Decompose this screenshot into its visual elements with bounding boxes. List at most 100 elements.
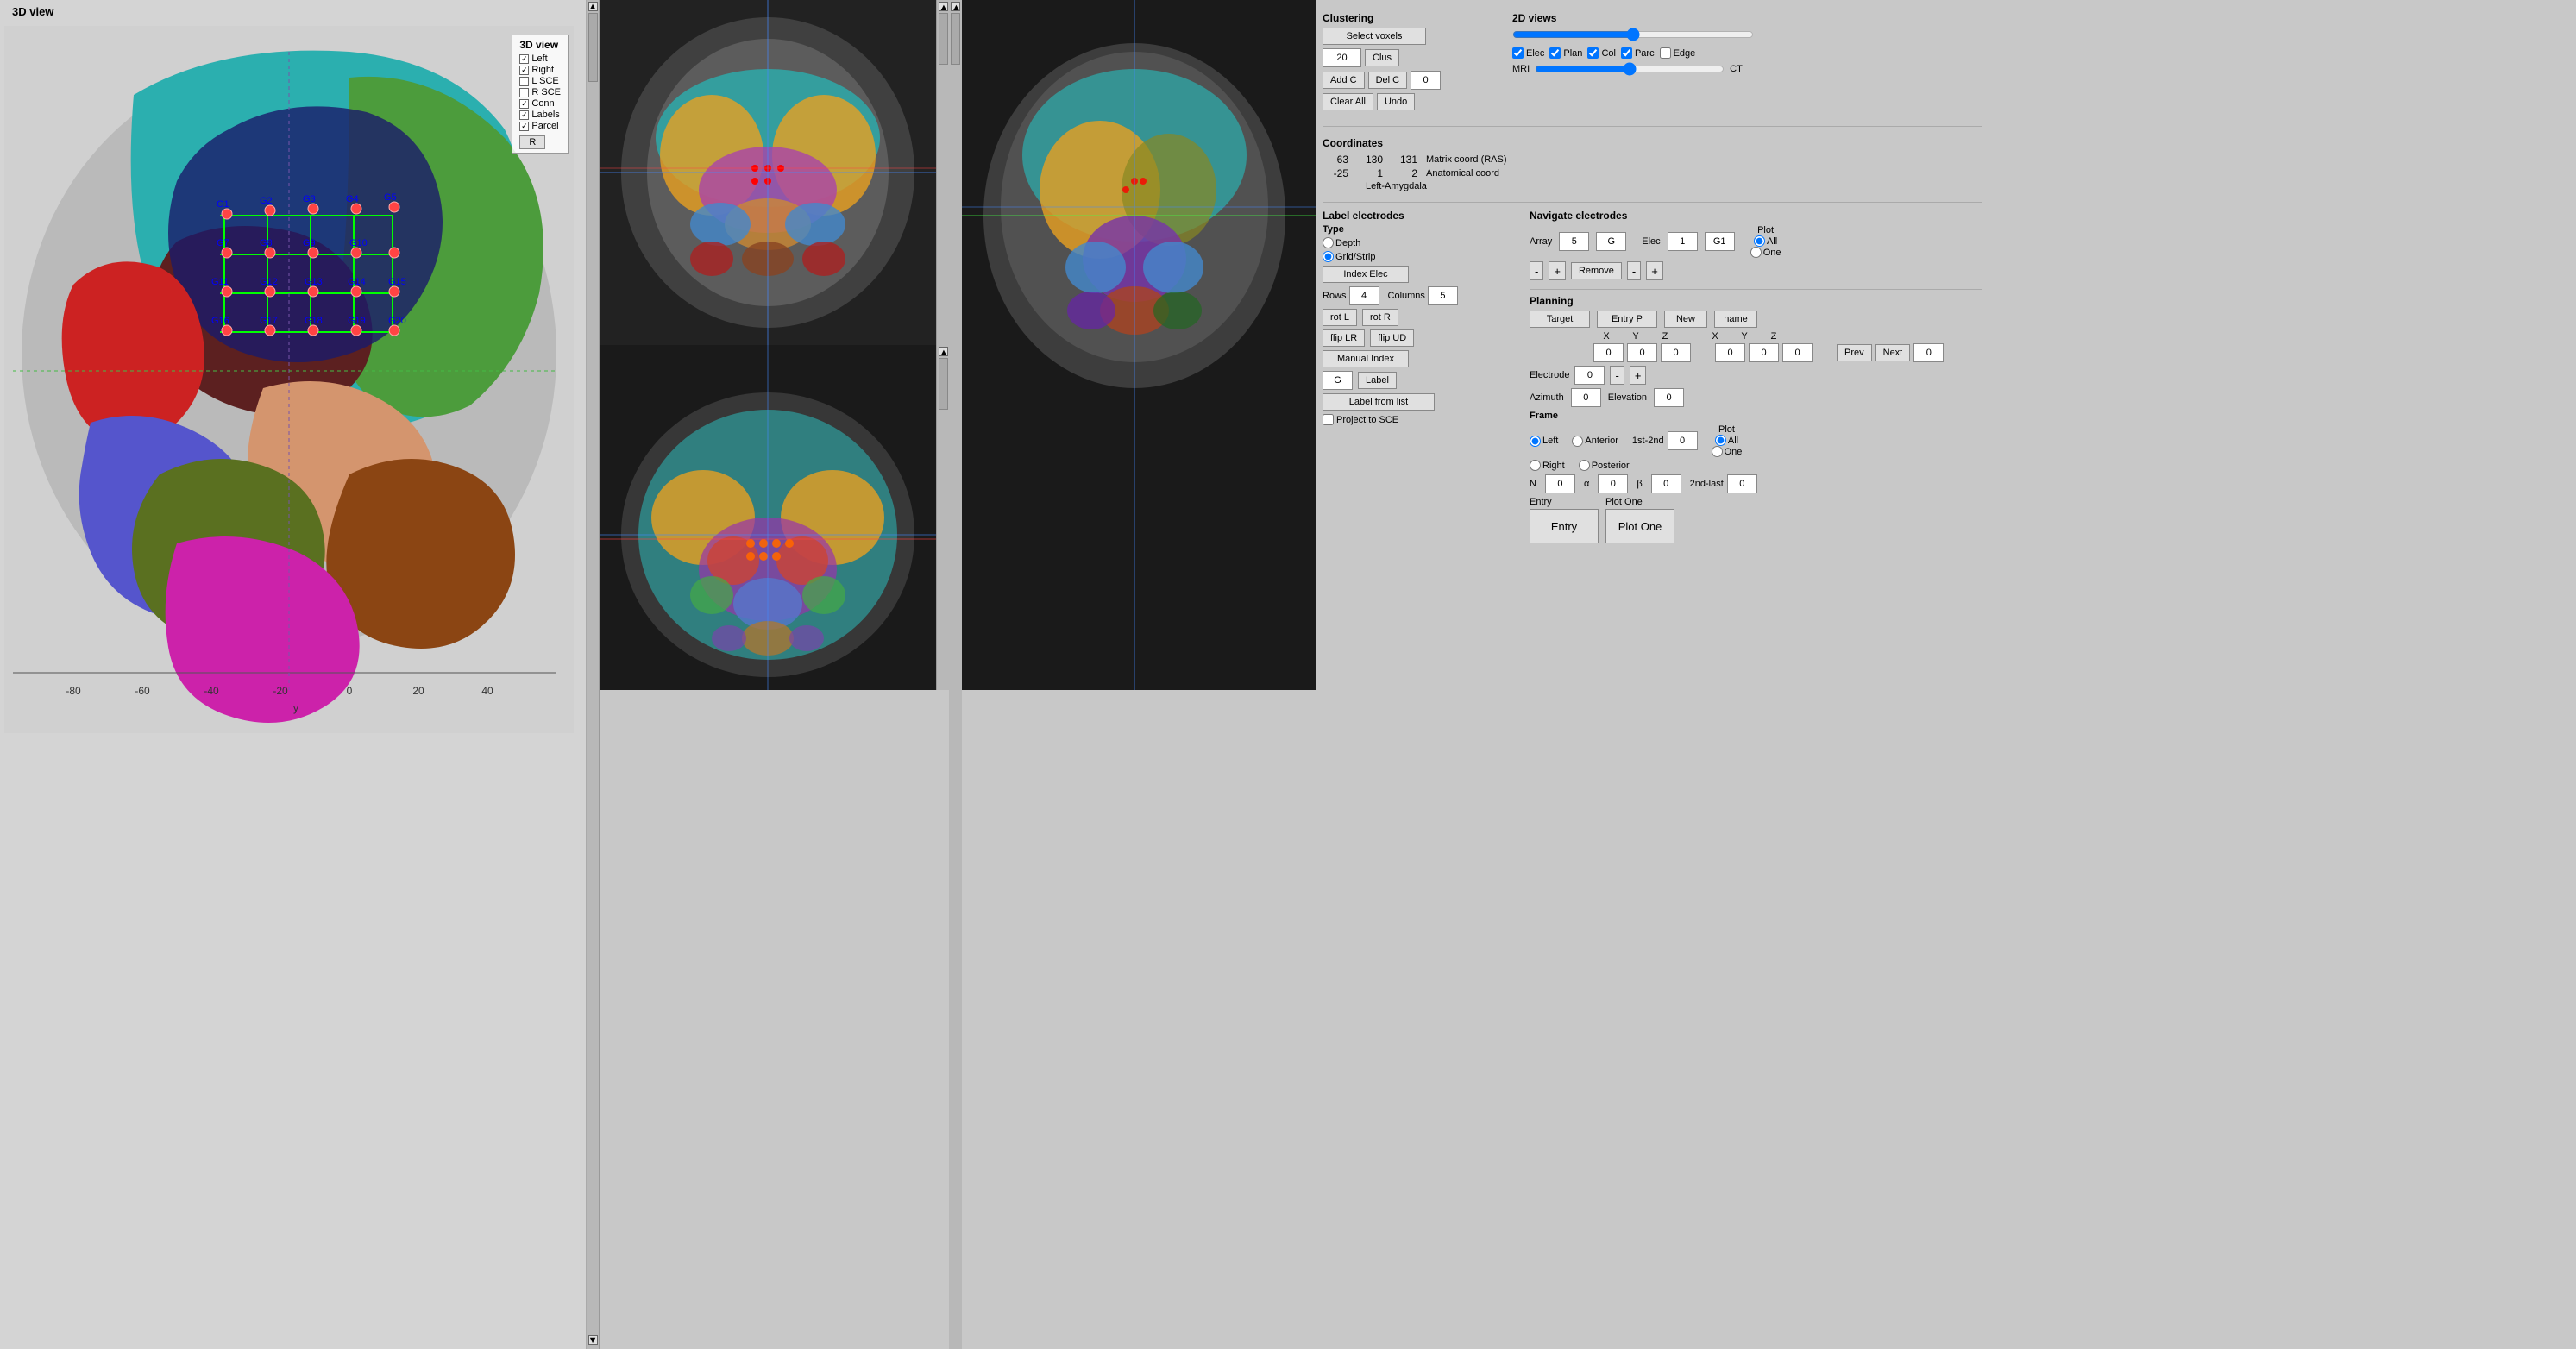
x-scroll-up[interactable]: ▲ bbox=[951, 2, 960, 11]
legend-item-left[interactable]: Left bbox=[519, 53, 561, 64]
z-plane-view[interactable]: Z plane view bbox=[600, 345, 936, 690]
elec-minus-btn[interactable]: - bbox=[1627, 261, 1641, 280]
3d-brain-canvas[interactable]: G1G2 G3G4 G5 G7G8 G9G10 G11G12 G13G14G15… bbox=[4, 26, 574, 733]
new-btn[interactable]: New bbox=[1664, 311, 1707, 328]
elevation-input[interactable] bbox=[1654, 388, 1684, 407]
z-scroll-bar[interactable]: ▲ bbox=[936, 345, 949, 690]
reset-button[interactable]: R bbox=[519, 135, 545, 149]
plan-checkbox[interactable] bbox=[1549, 47, 1561, 59]
next-btn[interactable]: Next bbox=[1875, 344, 1911, 361]
undo-btn[interactable]: Undo bbox=[1377, 93, 1415, 110]
azimuth-input[interactable] bbox=[1571, 388, 1601, 407]
cluster-count-input[interactable] bbox=[1323, 48, 1361, 67]
anterior-radio-item[interactable]: Anterior bbox=[1572, 436, 1618, 447]
entry-value-btn[interactable]: Entry bbox=[1530, 509, 1599, 543]
right-radio-item[interactable]: Right bbox=[1530, 460, 1565, 471]
scroll-up-btn[interactable]: ▲ bbox=[588, 2, 598, 11]
label-btn[interactable]: Label bbox=[1358, 372, 1397, 389]
parcel-checkbox[interactable] bbox=[519, 122, 529, 131]
electrode-input[interactable] bbox=[1574, 366, 1605, 385]
y-plane-view[interactable]: Right <--- Y plane view ---> Left bbox=[600, 0, 936, 345]
edge-check-item[interactable]: Edge bbox=[1660, 47, 1696, 59]
prev-btn[interactable]: Prev bbox=[1837, 344, 1872, 361]
plan-x2-input[interactable] bbox=[1715, 343, 1745, 362]
project-sce-checkbox[interactable] bbox=[1323, 414, 1334, 425]
right-checkbox[interactable] bbox=[519, 66, 529, 75]
plot-all-radio[interactable] bbox=[1754, 235, 1765, 247]
plan-all-radio[interactable] bbox=[1715, 435, 1726, 446]
target-btn[interactable]: Target bbox=[1530, 311, 1590, 328]
y-scroll-up[interactable]: ▲ bbox=[939, 2, 948, 11]
alpha-input[interactable] bbox=[1598, 474, 1628, 493]
manual-index-btn[interactable]: Manual Index bbox=[1323, 350, 1409, 367]
labels-checkbox[interactable] bbox=[519, 110, 529, 120]
index-elec-btn[interactable]: Index Elec bbox=[1323, 266, 1409, 283]
z-scroll-up[interactable]: ▲ bbox=[939, 347, 948, 356]
electrode-plus-btn[interactable]: + bbox=[1630, 366, 1647, 385]
beta-input[interactable] bbox=[1651, 474, 1681, 493]
z-scroll-thumb[interactable] bbox=[939, 358, 948, 410]
depth-radio[interactable] bbox=[1323, 237, 1334, 248]
posterior-radio-item[interactable]: Posterior bbox=[1579, 460, 1630, 471]
x-scroll-thumb[interactable] bbox=[951, 13, 960, 65]
del-c-value[interactable] bbox=[1411, 71, 1441, 90]
frame-anterior-radio[interactable] bbox=[1572, 436, 1583, 447]
add-c-btn[interactable]: Add C bbox=[1323, 72, 1365, 89]
elec-name-input[interactable] bbox=[1705, 232, 1735, 251]
plan-x-input[interactable] bbox=[1593, 343, 1624, 362]
clus-btn[interactable]: Clus bbox=[1365, 49, 1399, 66]
conn-checkbox[interactable] bbox=[519, 99, 529, 109]
plot-all-item[interactable]: All bbox=[1754, 235, 1777, 247]
plan-one-radio[interactable] bbox=[1712, 446, 1723, 457]
x-scroll-bar-left[interactable]: ▲ bbox=[949, 0, 962, 1349]
select-voxels-btn[interactable]: Select voxels bbox=[1323, 28, 1426, 45]
array-plus-btn[interactable]: + bbox=[1549, 261, 1566, 280]
legend-item-rsce[interactable]: R SCE bbox=[519, 87, 561, 97]
del-c-btn[interactable]: Del C bbox=[1368, 72, 1408, 89]
plot-one-btn[interactable]: Plot One bbox=[1605, 509, 1674, 543]
legend-item-parcel[interactable]: Parcel bbox=[519, 121, 561, 131]
array-minus-btn[interactable]: - bbox=[1530, 261, 1543, 280]
legend-item-right[interactable]: Right bbox=[519, 65, 561, 75]
scroll-thumb[interactable] bbox=[588, 13, 598, 82]
rot-l-btn[interactable]: rot L bbox=[1323, 309, 1357, 326]
array-input[interactable] bbox=[1559, 232, 1589, 251]
lsce-checkbox[interactable] bbox=[519, 77, 529, 86]
g-input[interactable] bbox=[1323, 371, 1353, 390]
grid-strip-radio[interactable] bbox=[1323, 251, 1334, 262]
rows-input[interactable] bbox=[1349, 286, 1379, 305]
columns-input[interactable] bbox=[1428, 286, 1458, 305]
legend-item-conn[interactable]: Conn bbox=[519, 98, 561, 109]
plan-all-item[interactable]: All bbox=[1715, 435, 1738, 446]
x-plane-view[interactable]: X plane view bbox=[962, 0, 1316, 690]
frame-left-radio[interactable] bbox=[1530, 436, 1541, 447]
frame-right-radio[interactable] bbox=[1530, 460, 1541, 471]
plot-one-item[interactable]: One bbox=[1750, 247, 1781, 258]
edge-checkbox[interactable] bbox=[1660, 47, 1671, 59]
plan-z2-input[interactable] bbox=[1782, 343, 1813, 362]
nav-g-input[interactable] bbox=[1596, 232, 1626, 251]
plan-y-input[interactable] bbox=[1627, 343, 1657, 362]
electrode-minus-btn[interactable]: - bbox=[1610, 366, 1624, 385]
elec-checkbox[interactable] bbox=[1512, 47, 1524, 59]
n-input[interactable] bbox=[1545, 474, 1575, 493]
left-checkbox[interactable] bbox=[519, 54, 529, 64]
parc-checkbox[interactable] bbox=[1621, 47, 1632, 59]
grid-strip-radio-item[interactable]: Grid/Strip bbox=[1323, 251, 1512, 262]
frame-posterior-radio[interactable] bbox=[1579, 460, 1590, 471]
plan-one-item[interactable]: One bbox=[1712, 446, 1743, 457]
flip-ud-btn[interactable]: flip UD bbox=[1370, 329, 1414, 347]
flip-lr-btn[interactable]: flip LR bbox=[1323, 329, 1365, 347]
plan-y2-input[interactable] bbox=[1749, 343, 1779, 362]
remove-btn[interactable]: Remove bbox=[1571, 262, 1622, 279]
col-check-item[interactable]: Col bbox=[1587, 47, 1616, 59]
legend-item-labels[interactable]: Labels bbox=[519, 110, 561, 120]
label-from-list-btn[interactable]: Label from list bbox=[1323, 393, 1435, 411]
3d-scroll-bar[interactable]: ▲ ▼ bbox=[587, 0, 600, 1349]
entry-p-btn[interactable]: Entry P bbox=[1597, 311, 1657, 328]
elec-num-input[interactable] bbox=[1668, 232, 1698, 251]
2d-slider[interactable] bbox=[1512, 28, 1754, 41]
elec-plus-btn[interactable]: + bbox=[1646, 261, 1663, 280]
elec-check-item[interactable]: Elec bbox=[1512, 47, 1544, 59]
name-btn[interactable]: name bbox=[1714, 311, 1757, 328]
